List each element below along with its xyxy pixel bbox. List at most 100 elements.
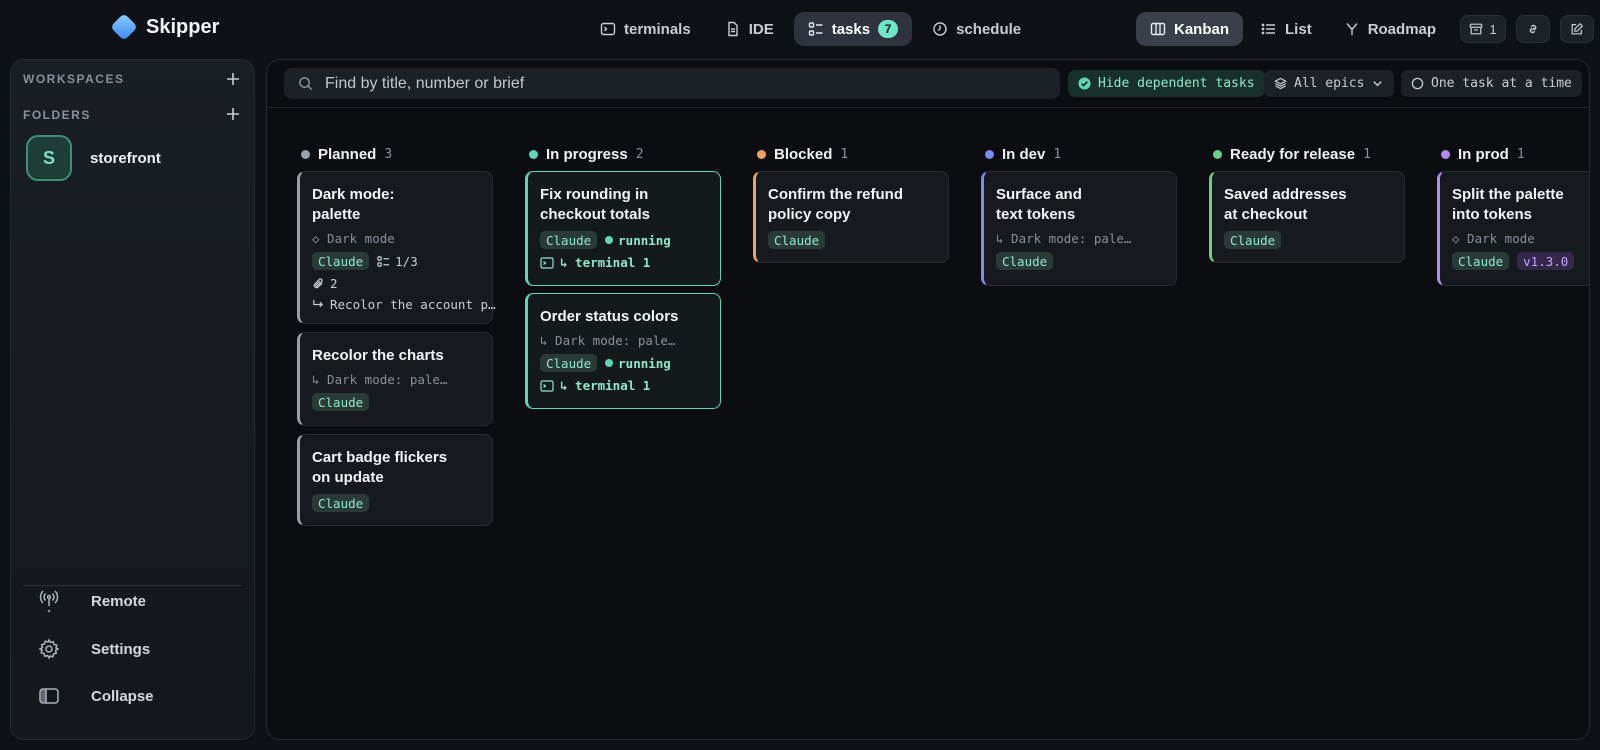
- task-epic: ◇ Dark mode: [312, 231, 395, 246]
- hide-dependent-label: Hide dependent tasks: [1098, 76, 1255, 91]
- task-title: Order status colors: [540, 308, 679, 325]
- board-toolbar: Hide dependent tasks All epics One task …: [267, 60, 1589, 108]
- view-roadmap[interactable]: Roadmap: [1330, 12, 1450, 46]
- column-header: Blocked 1: [757, 144, 949, 164]
- task-card[interactable]: Order status colors ↳ Dark mode: pale… C…: [525, 293, 721, 409]
- column-in-dev: In dev 1 Surface and text tokens ↳ Dark …: [981, 144, 1177, 286]
- agent-chip: Claude: [1224, 231, 1282, 249]
- checklist-count: 1/3: [395, 253, 418, 269]
- column-blocked: Blocked 1 Confirm the refund policy copy…: [753, 144, 949, 263]
- agent-chip: Claude: [540, 354, 598, 372]
- running-status: running: [605, 233, 671, 248]
- column-count: 1: [1516, 146, 1525, 162]
- add-workspace-icon[interactable]: [226, 72, 240, 86]
- top-bar: Skipper terminals IDE tasks 7 schedule K…: [0, 0, 1600, 58]
- tab-ide[interactable]: IDE: [711, 12, 788, 46]
- agent-chip: Claude: [312, 494, 370, 512]
- add-folder-icon[interactable]: [226, 107, 240, 121]
- link-icon: [1529, 24, 1537, 34]
- view-switcher: Kanban List Roadmap 1: [1136, 12, 1595, 46]
- parent-task: ↳ Dark mode: pale…: [996, 231, 1132, 246]
- paperclip-icon: [313, 278, 323, 289]
- agent-chip: Claude: [996, 252, 1054, 270]
- sidebar-item-remote[interactable]: Remote: [37, 589, 146, 613]
- attachments-count: 2: [330, 276, 338, 291]
- tab-terminals-label: terminals: [624, 20, 691, 38]
- version-badge: v1.3.0: [1517, 252, 1575, 270]
- tasks-count-badge: 7: [878, 20, 899, 38]
- tab-schedule[interactable]: schedule: [918, 12, 1035, 46]
- folder-avatar: S: [26, 135, 72, 181]
- column-title: Blocked: [774, 145, 833, 163]
- column-count: 1: [840, 146, 849, 162]
- task-title: Cart badge flickers on update: [312, 449, 448, 486]
- task-title: Fix rounding in checkout totals: [540, 186, 651, 223]
- task-card[interactable]: Surface and text tokens ↳ Dark mode: pal…: [981, 171, 1177, 286]
- task-board-panel: Hide dependent tasks All epics One task …: [266, 59, 1590, 740]
- task-card[interactable]: Cart badge flickers on update Claude: [297, 434, 493, 526]
- column-title: Planned: [318, 145, 377, 163]
- task-card[interactable]: Split the palette into tokens ◇ Dark mod…: [1437, 171, 1589, 286]
- link-button[interactable]: [1516, 15, 1551, 43]
- terminal-link[interactable]: ↳ terminal 1: [540, 378, 650, 393]
- tab-tasks-label: tasks: [831, 20, 871, 38]
- sidebar-item-settings[interactable]: Settings: [37, 637, 150, 661]
- branch-icon: [1346, 23, 1358, 35]
- folder-storefront[interactable]: S storefront: [26, 135, 161, 181]
- tasks-icon: [808, 22, 823, 36]
- edit-button[interactable]: [1560, 15, 1595, 43]
- chevron-down-icon: [1373, 81, 1383, 87]
- running-dot: [605, 359, 614, 367]
- column-in-progress: In progress 2 Fix rounding in checkout t…: [525, 144, 721, 409]
- status-dot: [529, 149, 538, 159]
- search-icon: [299, 77, 313, 91]
- column-count: 1: [1363, 146, 1371, 162]
- columns-icon: [1150, 22, 1166, 36]
- brand[interactable]: Skipper: [110, 13, 219, 41]
- file-icon: [728, 21, 738, 37]
- folder-name: storefront: [90, 149, 161, 167]
- sidebar-collapse-icon: [39, 688, 59, 704]
- one-task-toggle[interactable]: One task at a time: [1401, 70, 1582, 97]
- archive-count: 1: [1489, 21, 1497, 37]
- task-card[interactable]: Saved addresses at checkout Claude: [1209, 171, 1405, 263]
- tab-tasks[interactable]: tasks 7: [793, 12, 913, 46]
- view-kanban[interactable]: Kanban: [1136, 12, 1244, 46]
- column-count: 1: [1053, 146, 1062, 162]
- view-list-label: List: [1285, 20, 1312, 38]
- task-card[interactable]: Fix rounding in checkout totals Claude r…: [525, 171, 721, 286]
- circle-icon: [1411, 77, 1424, 90]
- gear-icon: [38, 638, 60, 660]
- column-count: 3: [384, 146, 393, 162]
- status-dot: [985, 149, 994, 159]
- task-title: Surface and text tokens: [996, 186, 1082, 223]
- task-card[interactable]: Recolor the charts ↳ Dark mode: pale… Cl…: [297, 332, 493, 426]
- column-ready-for-release: Ready for release 1 Saved addresses at c…: [1209, 144, 1405, 263]
- view-kanban-label: Kanban: [1174, 20, 1230, 38]
- tab-terminals[interactable]: terminals: [586, 12, 705, 46]
- layers-icon: [1274, 77, 1287, 90]
- sidebar-item-collapse[interactable]: Collapse: [37, 684, 154, 708]
- status-dot: [301, 149, 310, 159]
- one-task-label: One task at a time: [1431, 76, 1572, 91]
- search-input[interactable]: [325, 74, 1025, 93]
- sidebar-item-collapse-label: Collapse: [91, 687, 154, 705]
- skipper-logo-icon: [110, 13, 138, 41]
- view-list[interactable]: List: [1247, 12, 1326, 46]
- sidebar: WORKSPACES FOLDERS S storefront Remote S…: [10, 59, 255, 740]
- epics-dropdown[interactable]: All epics: [1264, 70, 1395, 97]
- archive-button[interactable]: 1: [1460, 15, 1507, 43]
- hide-dependent-toggle[interactable]: Hide dependent tasks: [1068, 70, 1265, 97]
- task-card[interactable]: Confirm the refund policy copy Claude: [753, 171, 949, 263]
- status-dot: [1441, 149, 1450, 159]
- column-title: In dev: [1002, 145, 1046, 163]
- terminal-label: ↳ terminal 1: [560, 378, 651, 393]
- task-card[interactable]: Dark mode: palette ◇ Dark mode Claude 1/…: [297, 171, 496, 324]
- column-header: In prod 1: [1441, 144, 1589, 164]
- antenna-icon: [39, 590, 59, 613]
- search-box[interactable]: [284, 68, 1060, 99]
- column-title: In prod: [1458, 145, 1509, 163]
- terminal-link[interactable]: ↳ terminal 1: [540, 255, 650, 270]
- column-count: 2: [635, 146, 644, 162]
- task-title: Dark mode: palette: [312, 186, 395, 223]
